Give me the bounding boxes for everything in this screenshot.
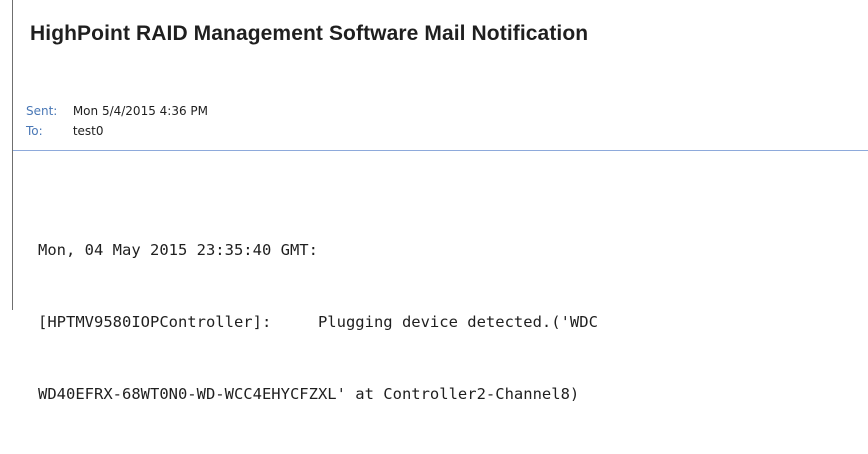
body-line-device-location: WD40EFRX-68WT0N0-WD-WCC4EHYCFZXL' at Con… [38,385,580,403]
recipient-name[interactable]: test0 [73,124,104,138]
sent-row: Sent: Mon 5/4/2015 4:36 PM [26,103,208,119]
sent-date: Mon 5/4/2015 4:36 PM [72,104,209,118]
to-row: To: test0 [26,123,104,139]
to-label: To: [26,124,43,138]
email-subject: HighPoint RAID Management Software Mail … [30,22,589,45]
email-reading-pane: HighPoint RAID Management Software Mail … [12,0,868,403]
email-body: Mon, 04 May 2015 23:35:40 GMT: [HPTMV958… [38,190,858,454]
body-line-timestamp: Mon, 04 May 2015 23:35:40 GMT: [38,241,318,259]
sent-label: Sent: [26,104,58,118]
header-divider [13,150,868,151]
body-line-controller-event: [HPTMV9580IOPController]: Plugging devic… [38,313,598,331]
